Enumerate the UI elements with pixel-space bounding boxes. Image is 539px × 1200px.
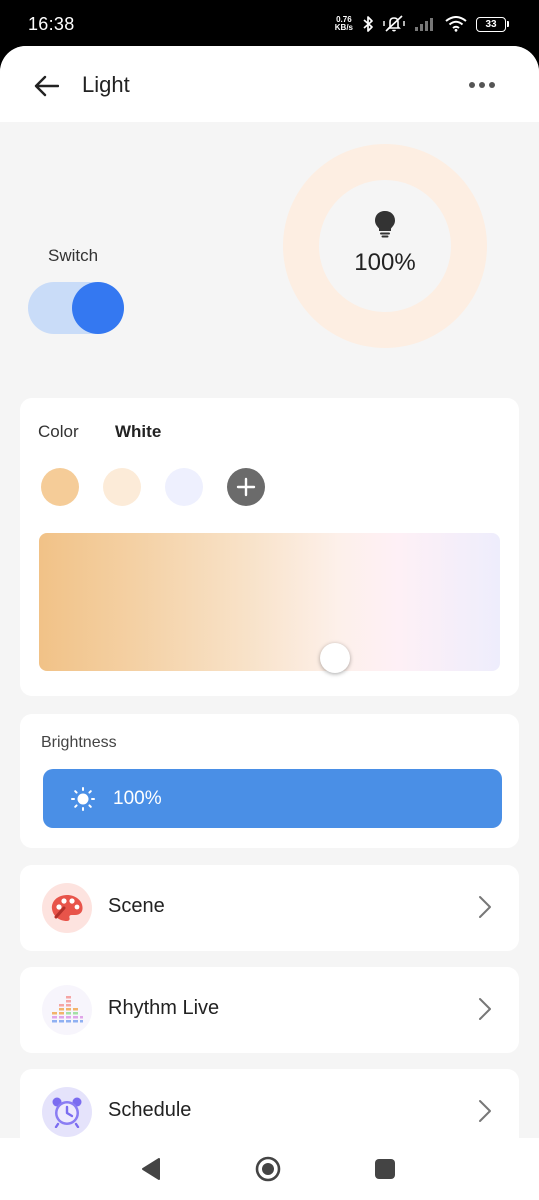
arrow-left-icon — [34, 75, 59, 97]
brightness-card: Brightness 100% — [20, 714, 519, 848]
brightness-label: Brightness — [41, 734, 117, 751]
chevron-right-icon — [478, 997, 492, 1026]
color-card: Color White — [20, 398, 519, 696]
color-swatch-2[interactable] — [103, 468, 141, 506]
sun-icon — [71, 786, 95, 811]
color-temperature-slider[interactable] — [39, 533, 500, 673]
power-toggle[interactable] — [28, 282, 124, 334]
status-time: 16:38 — [28, 13, 75, 34]
status-icons: 0.76 KB/s 33 — [335, 15, 509, 33]
plus-circle-icon — [236, 477, 256, 497]
nav-back-icon[interactable] — [141, 1157, 161, 1186]
battery-level: 33 — [476, 16, 506, 32]
tab-white[interactable]: White — [115, 422, 161, 442]
ring-center: 100% — [319, 180, 451, 312]
equalizer-icon — [42, 985, 92, 1035]
wifi-icon — [445, 16, 467, 32]
rhythm-live-item[interactable]: Rhythm Live — [20, 967, 519, 1053]
page-title: Light — [82, 72, 130, 97]
battery-icon: 33 — [476, 16, 509, 32]
rhythm-live-label: Rhythm Live — [108, 997, 220, 1019]
switch-label: Switch — [48, 246, 99, 265]
signal-icon — [414, 16, 436, 32]
more-dot — [479, 82, 485, 88]
schedule-label: Schedule — [108, 1099, 192, 1121]
bluetooth-icon — [362, 15, 374, 33]
network-speed-unit: KB/s — [334, 23, 353, 32]
network-speed: 0.76 KB/s — [335, 16, 353, 32]
app-header: Light — [0, 46, 539, 122]
more-dots-icon — [469, 82, 475, 88]
add-swatch-button[interactable] — [227, 468, 265, 506]
chevron-right-icon — [478, 895, 492, 924]
nav-home-icon[interactable] — [255, 1156, 281, 1187]
status-bar: 16:38 0.76 KB/s 33 — [0, 0, 539, 48]
mute-vibrate-icon — [383, 15, 405, 33]
app-screen: Light Switch 100% Color White Brightness… — [0, 46, 539, 1138]
slider-thumb[interactable] — [320, 643, 350, 673]
brightness-level-text: 100% — [354, 248, 416, 276]
lightbulb-icon — [374, 210, 396, 243]
nav-recents-icon[interactable] — [375, 1159, 395, 1179]
chevron-right-icon — [478, 1099, 492, 1128]
system-nav-bar — [0, 1138, 539, 1200]
tab-color[interactable]: Color — [38, 422, 79, 442]
battery-tip — [507, 21, 509, 27]
color-swatch-1[interactable] — [41, 468, 79, 506]
back-button[interactable] — [30, 70, 62, 102]
palette-icon — [42, 883, 92, 933]
toggle-knob — [72, 282, 124, 334]
alarm-clock-icon — [42, 1087, 92, 1137]
scene-label: Scene — [108, 895, 165, 917]
more-dot — [489, 82, 495, 88]
brightness-ring: 100% — [283, 144, 487, 348]
schedule-item[interactable]: Schedule — [20, 1069, 519, 1138]
scene-item[interactable]: Scene — [20, 865, 519, 951]
color-swatch-3[interactable] — [165, 468, 203, 506]
brightness-value: 100% — [113, 787, 162, 809]
more-button[interactable] — [464, 74, 500, 96]
brightness-slider[interactable]: 100% — [43, 769, 502, 828]
